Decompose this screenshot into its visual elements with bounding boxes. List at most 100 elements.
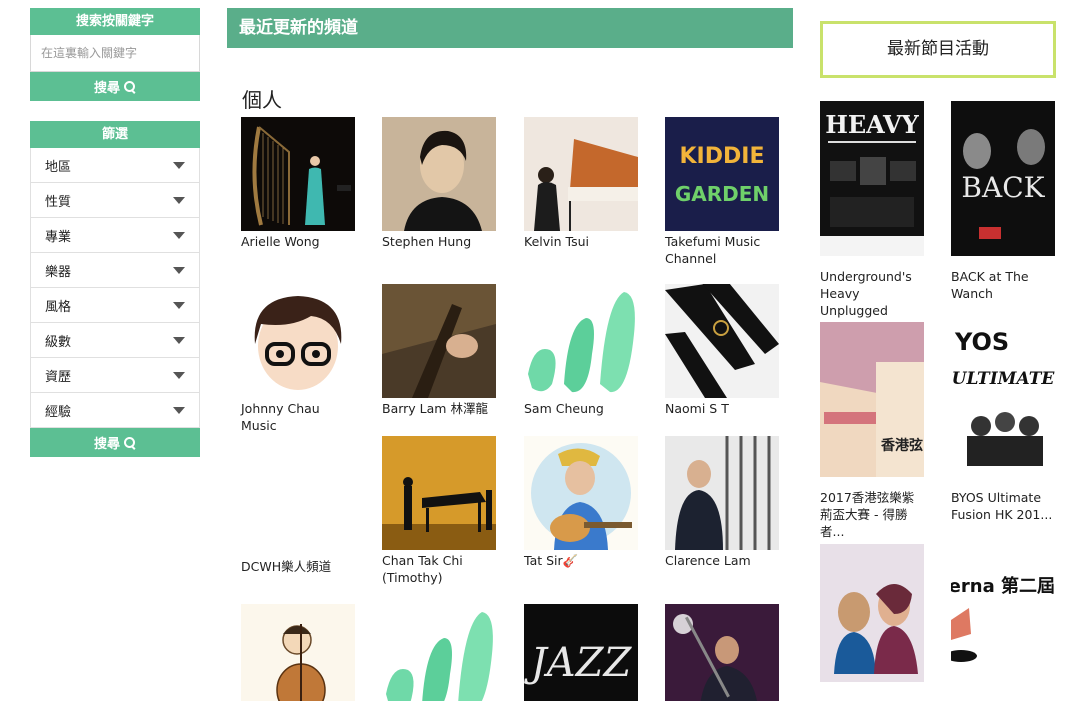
event-poster-text: 香港弦 (880, 437, 923, 454)
event-poster (820, 544, 924, 699)
filter-label: 級數 (45, 334, 72, 350)
channel-name: Kelvin Tsui (524, 234, 589, 249)
svg-text:GARDEN: GARDEN (675, 182, 769, 206)
channel-card[interactable]: Clarence Lam (665, 436, 780, 569)
filter-profession[interactable]: 專業 (30, 218, 200, 253)
channel-card[interactable]: Naomi S T (665, 284, 780, 417)
chevron-down-icon (173, 161, 185, 169)
event-name: BACK at The Wanch (951, 269, 1029, 301)
filter-experience[interactable]: 經驗 (30, 393, 200, 428)
channel-thumbnail (241, 284, 355, 398)
chevron-down-icon (173, 406, 185, 414)
svg-text:YOS: YOS (954, 328, 1009, 356)
event-card[interactable]: YOS ULTIMATE BYOS Ultimate Fusion HK 201… (951, 322, 1056, 523)
filter-qualification[interactable]: 資歷 (30, 358, 200, 393)
page: 搜索按關鍵字 搜尋 篩選 地區 性質 專業 樂器 風格 級數 資歷 經驗 搜尋 … (0, 0, 1090, 701)
channel-thumbnail (241, 604, 355, 701)
channel-name: Naomi S T (665, 401, 729, 416)
channel-thumbnail (665, 604, 779, 701)
event-card[interactable]: 香港弦 2017香港弦樂紫荊盃大賽 - 得勝者... (820, 322, 925, 540)
filter-region[interactable]: 地區 (30, 148, 200, 183)
chevron-down-icon (173, 301, 185, 309)
channel-thumbnail (524, 117, 638, 231)
latest-events-button[interactable]: 最新節目活動 (820, 21, 1056, 78)
event-poster-text: The Interna 第二屆 (951, 575, 1055, 597)
channel-name: Takefumi Music Channel (665, 234, 761, 266)
channel-card[interactable] (382, 604, 497, 701)
channel-thumbnail (241, 436, 355, 556)
event-card[interactable]: The Interna 第二屆 (951, 544, 1056, 701)
channel-name: Tat Sir🎸 (524, 553, 579, 568)
svg-text:KIDDIE: KIDDIE (680, 144, 765, 169)
event-name: BYOS Ultimate Fusion HK 201... (951, 490, 1053, 522)
filter-instrument[interactable]: 樂器 (30, 253, 200, 288)
event-name: Underground's Heavy Unplugged (820, 269, 912, 318)
chevron-down-icon (173, 336, 185, 344)
section-title: 個人 (242, 88, 282, 112)
event-card[interactable] (820, 544, 925, 701)
channel-card[interactable]: Barry Lam 林澤龍 (382, 284, 497, 417)
filter-title: 篩選 (30, 121, 200, 148)
channel-card[interactable]: DCWH樂人頻道 (241, 436, 356, 575)
channel-thumbnail (665, 284, 779, 398)
event-card[interactable]: HEAVY Underground's Heavy Unplugged (820, 101, 925, 319)
channel-thumbnail (382, 436, 496, 550)
channel-card[interactable]: Sam Cheung (524, 284, 639, 417)
filter-search-label: 搜尋 (93, 437, 120, 452)
channel-card[interactable]: KIDDIE GARDEN Takefumi Music Channel (665, 117, 780, 267)
channel-name: Arielle Wong (241, 234, 320, 249)
filter-label: 風格 (45, 299, 72, 315)
channel-card[interactable]: Johnny Chau Music (241, 284, 356, 434)
chevron-down-icon (173, 371, 185, 379)
channel-thumbnail: KIDDIE GARDEN (665, 117, 779, 231)
filter-label: 樂器 (45, 264, 72, 280)
event-poster-text: BACK (961, 171, 1045, 204)
filter-label: 地區 (45, 159, 72, 175)
channel-thumbnail (524, 284, 638, 398)
filter-label: 專業 (45, 229, 72, 245)
event-poster: The Interna 第二屆 (951, 544, 1055, 699)
channel-card[interactable]: Tat Sir🎸 (524, 436, 639, 569)
channel-area: 個人 Arielle Wong Stephen Hung Kelvin Tsui… (227, 8, 793, 701)
channel-card[interactable] (665, 604, 780, 701)
channel-card[interactable]: JAZZ (524, 604, 639, 701)
filter-grade[interactable]: 級數 (30, 323, 200, 358)
channel-name: Barry Lam 林澤龍 (382, 401, 488, 416)
svg-text:JAZZ: JAZZ (524, 640, 632, 686)
event-poster: YOS ULTIMATE (951, 322, 1055, 477)
sidebar: 搜索按關鍵字 搜尋 篩選 地區 性質 專業 樂器 風格 級數 資歷 經驗 搜尋 (30, 8, 200, 457)
channel-thumbnail (382, 604, 496, 701)
channel-thumbnail (382, 117, 496, 231)
event-card[interactable]: BACK BACK at The Wanch (951, 101, 1056, 302)
channel-thumbnail (665, 436, 779, 550)
search-icon (124, 436, 136, 449)
events-grid: HEAVY Underground's Heavy Unplugged BACK… (820, 101, 1090, 701)
event-poster: HEAVY (820, 101, 924, 256)
channel-card[interactable]: Kelvin Tsui (524, 117, 639, 250)
chevron-down-icon (173, 196, 185, 204)
filter-search-button[interactable]: 搜尋 (30, 428, 200, 457)
channel-thumbnail (241, 117, 355, 231)
filter-nature[interactable]: 性質 (30, 183, 200, 218)
event-poster-text: HEAVY (825, 110, 919, 139)
channel-card[interactable] (241, 604, 356, 701)
channel-name: Johnny Chau Music (241, 401, 320, 433)
search-icon (124, 80, 136, 93)
chevron-down-icon (173, 266, 185, 274)
events-panel: 最新節目活動 (820, 21, 1090, 78)
channel-name: Stephen Hung (382, 234, 472, 249)
channel-thumbnail (524, 436, 638, 550)
chevron-down-icon (173, 231, 185, 239)
channel-name: DCWH樂人頻道 (241, 559, 332, 574)
channel-card[interactable]: Chan Tak Chi (Timothy) (382, 436, 497, 586)
channel-card[interactable]: Arielle Wong (241, 117, 356, 250)
search-input[interactable] (30, 35, 200, 72)
search-button-label: 搜尋 (93, 81, 120, 96)
filter-style[interactable]: 風格 (30, 288, 200, 323)
channel-name: Clarence Lam (665, 553, 751, 568)
event-name: 2017香港弦樂紫荊盃大賽 - 得勝者... (820, 490, 915, 539)
channel-card[interactable]: Stephen Hung (382, 117, 497, 250)
search-button[interactable]: 搜尋 (30, 72, 200, 101)
channel-name: Sam Cheung (524, 401, 604, 416)
filter-label: 資歷 (45, 369, 72, 385)
